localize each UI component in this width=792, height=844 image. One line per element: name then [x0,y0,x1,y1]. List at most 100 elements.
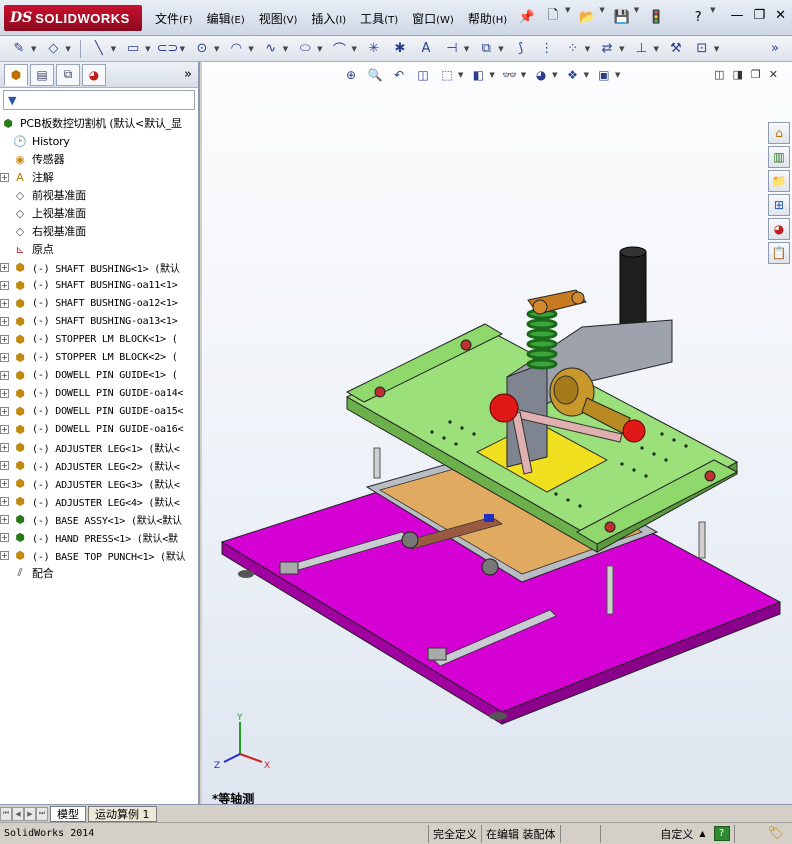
file-explorer-icon[interactable]: 📁 [768,170,790,192]
adjuster-foot[interactable] [489,712,507,720]
tree-filter[interactable]: ▼ [3,90,195,110]
first-tab-arrow-icon[interactable]: ⏮ [0,806,12,821]
view-palette-icon[interactable]: ⊞ [768,194,790,216]
sketch-fillet-icon[interactable]: ⌒ [329,39,351,59]
tile-vertical-icon[interactable]: ◨ [733,68,743,81]
point-icon[interactable]: ✳ [363,39,385,59]
zoom-to-fit-icon[interactable]: ⊕ [342,66,360,84]
view-settings-dropdown-icon[interactable]: ▼ [615,71,620,79]
units-selector[interactable]: 自定义 ▲ [599,824,710,843]
view-orientation-icon[interactable]: ⬚ [438,66,456,84]
tree-item[interactable]: + ⬢ (-) ADJUSTER LEG<1> (默认< [0,438,198,456]
expand-icon[interactable]: + [0,424,9,434]
expand-icon[interactable]: + [0,460,9,470]
quick-tips-help-icon[interactable]: ? [713,826,730,841]
sketch-dropdown-icon[interactable]: ▼ [31,45,36,53]
configuration-manager-tab[interactable]: ⧉ [56,63,80,86]
menu-tools[interactable]: 工具(T) [353,10,405,27]
tree-item[interactable]: + ⬢ (-) ADJUSTER LEG<4> (默认< [0,492,198,510]
tree-item[interactable]: ⫽ 配合 [0,564,198,582]
bolt-head[interactable] [704,470,716,482]
line-dropdown-icon[interactable]: ▼ [111,45,116,53]
view-settings-icon[interactable]: ▣ [595,66,613,84]
tree-root-assembly[interactable]: ⬢ PCB板数控切割机 (默认<默认_显 [0,114,198,132]
hide-show-items-icon[interactable]: 👓 [501,66,519,84]
linkage-pin[interactable] [571,291,585,305]
dimension-dropdown-icon[interactable]: ▼ [65,45,70,53]
open-dropdown-icon[interactable]: ▼ [599,6,604,28]
offset-entities-icon[interactable]: ⟆ [510,39,532,59]
toolbar-more-icon[interactable]: » [764,39,786,59]
view-orientation-dropdown-icon[interactable]: ▼ [458,71,463,79]
display-manager-tab[interactable]: ◕ [82,63,106,86]
panel-more-icon[interactable]: » [184,67,192,82]
smart-dimension-icon[interactable]: ◇ [42,39,64,59]
expand-icon[interactable]: + [0,370,9,380]
tree-item[interactable]: ◇ 右视基准面 [0,222,198,240]
new-dropdown-icon[interactable]: ▼ [565,6,570,28]
hide-show-dropdown-icon[interactable]: ▼ [521,71,526,79]
relations-dropdown-icon[interactable]: ▼ [653,45,658,53]
restore-button[interactable]: ❐ [753,8,765,23]
trim-icon[interactable]: ⊣ [441,39,463,59]
next-tab-arrow-icon[interactable]: ▶ [24,806,36,821]
open-folder-icon[interactable]: 📂 [576,6,598,28]
tab-model[interactable]: 模型 [50,805,86,822]
tree-item[interactable]: ◇ 上视基准面 [0,204,198,222]
help-icon[interactable]: ? [687,6,709,28]
support-column[interactable] [373,447,381,479]
tree-item[interactable]: + ⬢ (-) BASE TOP PUNCH<1> (默认 [0,546,198,564]
save-dropdown-icon[interactable]: ▼ [634,6,639,28]
expand-icon[interactable]: + [0,478,9,488]
tree-item[interactable]: + ⬢ (-) DOWELL PIN GUIDE<1> ( [0,366,198,384]
doc-close-icon[interactable]: ✕ [769,68,778,81]
fillet-dropdown-icon[interactable]: ▼ [352,45,357,53]
adjuster-foot[interactable] [238,570,254,578]
featuremanager-tree-tab[interactable]: ⬢ [4,63,28,86]
tree-item[interactable]: + ⬢ (-) DOWELL PIN GUIDE-oa15< [0,402,198,420]
display-style-icon[interactable]: ◧ [469,66,487,84]
trim-dropdown-icon[interactable]: ▼ [464,45,469,53]
zoom-to-area-icon[interactable]: 🔍 [366,66,384,84]
rail-end-block[interactable] [279,561,299,575]
save-icon[interactable]: 💾 [611,6,633,28]
spline-icon[interactable]: ∿ [260,39,282,59]
line-icon[interactable]: ╲ [88,39,110,59]
quick-snaps-icon[interactable]: ⊡ [691,39,713,59]
linkage-pin[interactable] [532,299,548,315]
expand-icon[interactable]: + [0,388,9,398]
expand-icon[interactable]: + [0,550,9,560]
menu-file[interactable]: 文件(F) [148,10,200,27]
assembly-model[interactable] [202,62,792,804]
expand-icon[interactable]: + [0,316,9,326]
close-button[interactable]: ✕ [775,8,786,23]
apply-scene-icon[interactable]: ❖ [564,66,582,84]
expand-icon[interactable]: + [0,334,9,344]
expand-icon[interactable]: + [0,514,9,524]
tree-item[interactable]: + ⬢ (-) STOPPER LM BLOCK<1> ( [0,330,198,348]
slot-icon[interactable]: ⊂⊃ [157,39,179,59]
minimize-button[interactable]: — [730,8,743,23]
move-entities-icon[interactable]: ⇄ [596,39,618,59]
tree-item[interactable]: + ⬢ (-) DOWELL PIN GUIDE-oa14< [0,384,198,402]
tree-item[interactable]: + A 注解 [0,168,198,186]
expand-icon[interactable]: + [0,172,9,182]
menu-edit[interactable]: 编辑(E) [200,10,252,27]
expand-icon[interactable]: + [0,298,9,308]
tree-item[interactable]: ⊾ 原点 [0,240,198,258]
arc-icon[interactable]: ◠ [225,39,247,59]
convert-entities-icon[interactable]: ⧉ [475,39,497,59]
circle-dropdown-icon[interactable]: ▼ [214,45,219,53]
ellipse-dropdown-icon[interactable]: ▼ [317,45,322,53]
menu-help[interactable]: 帮助(H) [461,10,514,27]
menu-window[interactable]: 窗口(W) [405,10,461,27]
menu-view[interactable]: 视图(V) [252,10,305,27]
previous-view-icon[interactable]: ↶ [390,66,408,84]
spline-dropdown-icon[interactable]: ▼ [283,45,288,53]
tree-item[interactable]: + ⬢ (-) ADJUSTER LEG<2> (默认< [0,456,198,474]
rectangle-icon[interactable]: ▭ [122,39,144,59]
display-relations-icon[interactable]: ⊥ [630,39,652,59]
centerline-icon[interactable]: ✱ [389,39,411,59]
tree-item[interactable]: + ⬢ (-) BASE ASSY<1> (默认<默认 [0,510,198,528]
snaps-dropdown-icon[interactable]: ▼ [714,45,719,53]
